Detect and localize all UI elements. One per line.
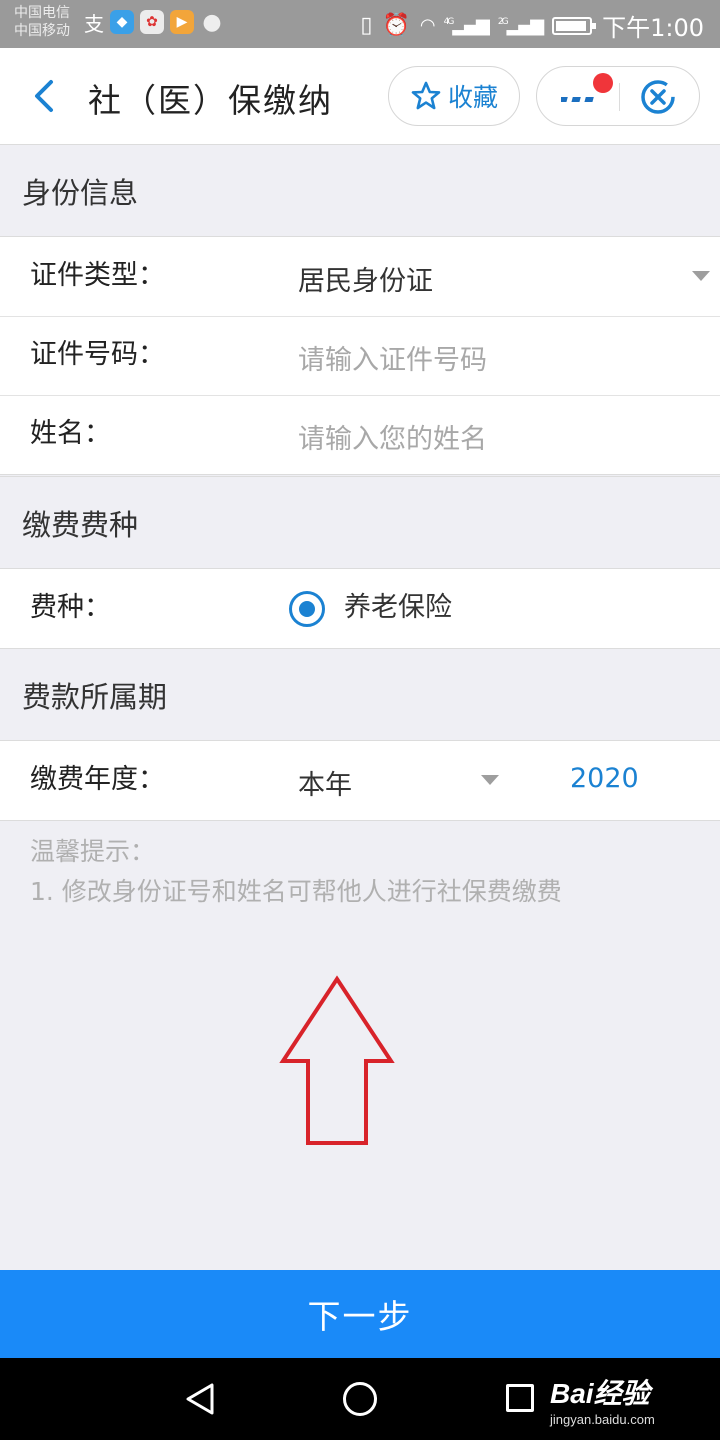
nav-home-icon[interactable] [343,1382,377,1416]
pay-year-value: 2020 [570,763,639,794]
star-icon [411,81,441,110]
period-form: 缴费年度： 本年 2020 [0,740,720,821]
page-title: 社（医）保缴纳 [88,81,333,120]
fee-type-label: 费种： [30,592,111,623]
annotation-arrow-icon [279,975,395,1145]
notification-dot [593,73,613,93]
baidu-app-icon: ✿ [140,10,164,34]
clock: 下午1:00 [602,14,704,42]
status-bar: 中国电信 中国移动 支 ◆ ✿ ▶ ● ▯ ⏰ ◠ 4G▂▄▆ 2G▂▄▆ 下午… [0,0,720,48]
signal-2-icon: 2G▂▄▆ [497,15,544,36]
close-app-icon[interactable] [639,78,677,116]
section-title-period: 费款所属期 [0,648,720,740]
capsule-divider [619,83,620,111]
tips-line-1: 1. 修改身份证号和姓名可帮他人进行社保费缴费 [30,877,562,906]
play-app-icon: ▶ [170,10,194,34]
capsule-menu [536,66,700,126]
message-icon: ● [202,9,222,35]
notification-icons: 支 ◆ ✿ ▶ ● [84,9,224,36]
dropdown-arrow-icon [692,271,710,281]
alipay-icon: 支 [84,11,104,36]
watermark-url: jingyan.baidu.com [550,1412,655,1427]
name-row: 姓名： 请输入您的姓名 [0,395,720,474]
fee-type-row: 费种： 养老保险 [0,569,720,648]
app-header: 社（医）保缴纳 收藏 [0,48,720,144]
alarm-icon: ⏰ [382,13,410,38]
section-title-identity: 身份信息 [0,144,720,236]
identity-form: 证件类型： 居民身份证 证件号码： 请输入证件号码 姓名： 请输入您的姓名 [0,236,720,475]
section-title-fee-type: 缴费费种 [0,476,720,568]
carrier-1: 中国电信 [14,5,70,21]
pay-year-label: 缴费年度： [30,764,165,795]
pension-radio[interactable] [289,591,325,627]
carrier-2: 中国移动 [14,23,70,39]
id-type-select[interactable]: 居民身份证 [298,259,433,298]
pay-year-row: 缴费年度： 本年 2020 [0,741,720,820]
tips-title: 温馨提示： [30,837,156,866]
signal-icon: 4G▂▄▆ [443,15,490,36]
chevron-left-icon [35,80,53,112]
vibrate-icon: ▯ [360,13,373,38]
id-number-label: 证件号码： [30,339,165,370]
name-input[interactable]: 请输入您的姓名 [298,417,487,456]
watermark-logo: Bai经验 [550,1378,650,1409]
back-button[interactable] [24,70,64,122]
next-step-button[interactable]: 下一步 [0,1270,720,1358]
battery-icon [552,16,597,35]
dropdown-arrow-icon [481,775,499,785]
id-type-label: 证件类型： [30,260,165,291]
id-number-input[interactable]: 请输入证件号码 [298,338,487,377]
nav-back-icon[interactable] [184,1382,216,1416]
fee-type-form: 费种： 养老保险 [0,568,720,649]
id-type-row[interactable]: 证件类型： 居民身份证 [0,237,720,316]
favorite-label: 收藏 [447,83,498,112]
shield-app-icon: ◆ [110,10,134,34]
system-icons: ▯ ⏰ ◠ 4G▂▄▆ 2G▂▄▆ 下午1:00 [360,8,704,43]
carrier-info: 中国电信 中国移动 [14,4,70,40]
system-nav-bar: Bai经验 jingyan.baidu.com [0,1358,720,1440]
wifi-icon: ◠ [419,15,436,36]
pension-option-label[interactable]: 养老保险 [344,585,452,624]
tips: 温馨提示： 1. 修改身份证号和姓名可帮他人进行社保费缴费 [30,832,562,912]
baidu-jingyan-watermark: Bai经验 jingyan.baidu.com [550,1372,655,1427]
name-label: 姓名： [30,418,111,449]
nav-recent-icon[interactable] [506,1384,534,1412]
favorite-button[interactable]: 收藏 [388,66,520,126]
pay-year-select[interactable]: 本年 [298,763,352,802]
id-number-row: 证件号码： 请输入证件号码 [0,316,720,395]
